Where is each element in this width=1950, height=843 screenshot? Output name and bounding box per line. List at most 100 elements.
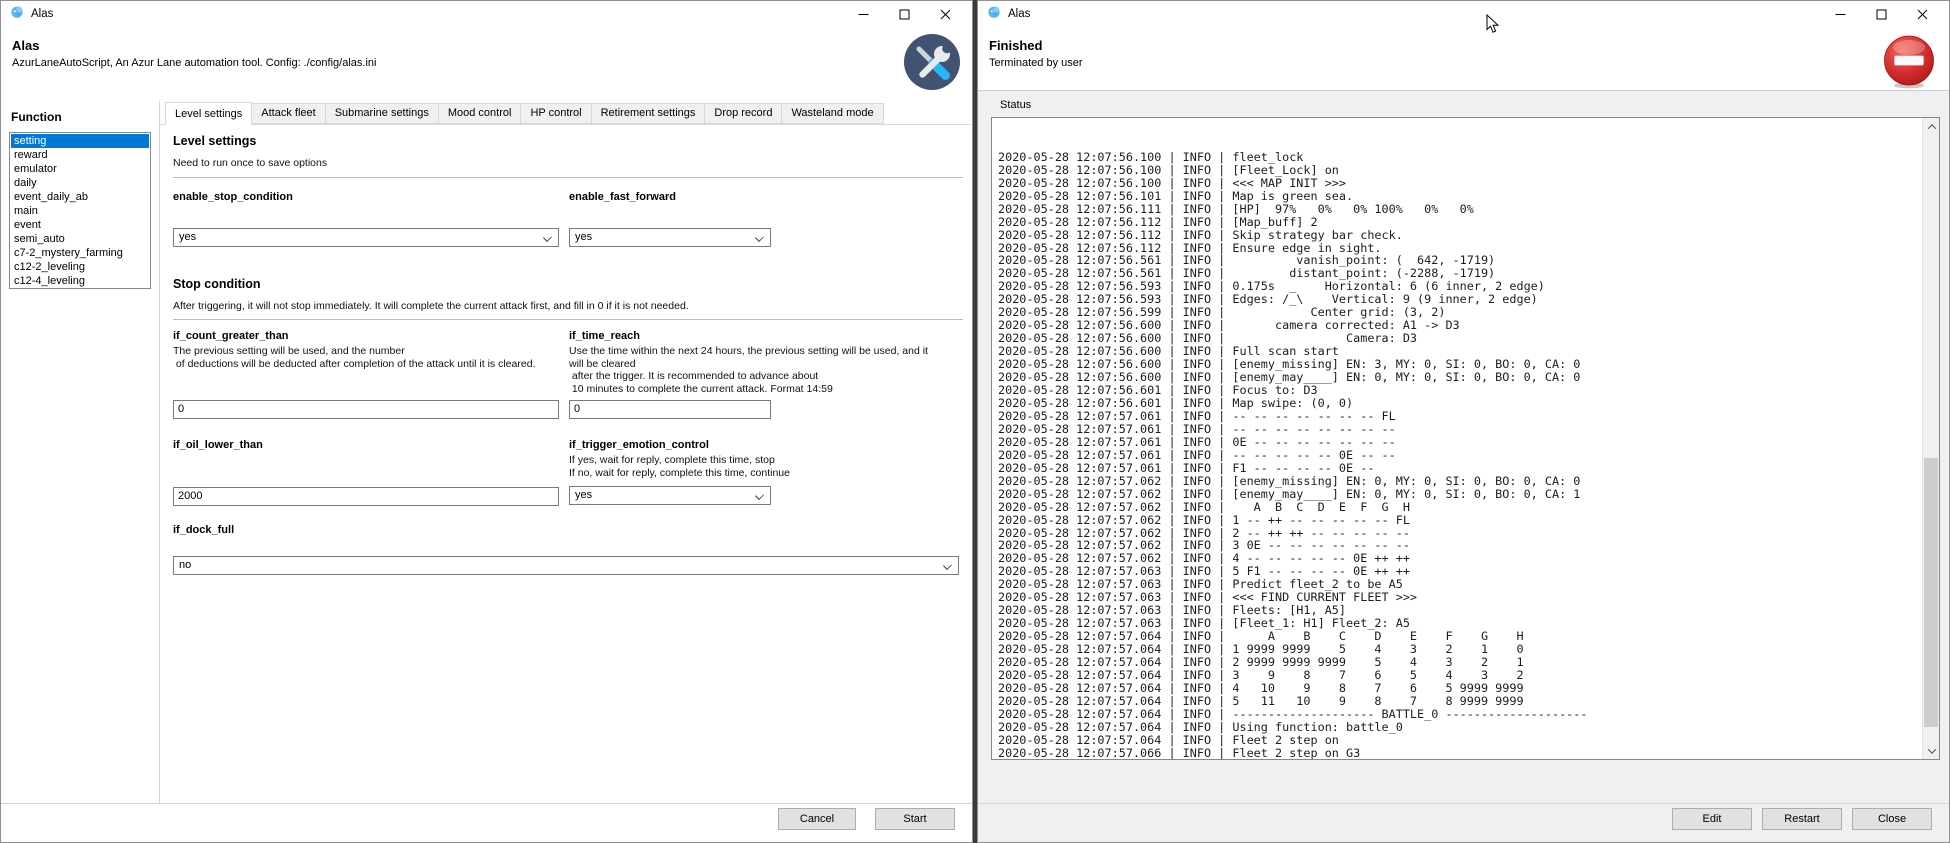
enable-fast-forward-select[interactable]: yes <box>569 228 771 247</box>
log-line: 2020-05-28 12:07:57.066 | INFO | Fleet_2… <box>998 747 1920 760</box>
function-list-item[interactable]: c12-2_leveling <box>11 260 149 274</box>
maximize-button[interactable] <box>884 1 925 27</box>
function-list-item[interactable]: c12-4_leveling <box>11 274 149 288</box>
function-list-item[interactable]: semi_auto <box>11 232 149 246</box>
field-label: if_oil_lower_than <box>173 439 573 451</box>
function-list-item[interactable]: emulator <box>11 162 149 176</box>
status-subtitle: Terminated by user <box>989 57 1083 69</box>
status-label: Status <box>1000 99 1031 111</box>
field-enable-stop-condition: enable_stop_condition yes <box>173 191 559 203</box>
log-line: 2020-05-28 12:07:57.064 | INFO | Using f… <box>998 721 1920 734</box>
field-enable-fast-forward: enable_fast_forward yes <box>569 191 959 203</box>
section-desc-level-settings: Need to run once to save options <box>173 157 327 169</box>
function-list-item[interactable]: daily <box>11 176 149 190</box>
if-time-reach-input-wrap <box>569 399 771 418</box>
tab[interactable]: Attack fleet <box>251 103 325 124</box>
field-desc: Use the time within the next 24 hours, t… <box>569 345 928 395</box>
function-list-item[interactable]: reward <box>11 148 149 162</box>
chevron-down-icon <box>543 233 552 242</box>
app-icon <box>10 5 24 24</box>
log-line: 2020-05-28 12:07:57.061 | INFO | -- -- -… <box>998 423 1920 436</box>
log-line: 2020-05-28 12:07:57.064 | INFO | -------… <box>998 708 1920 721</box>
log-line: 2020-05-28 12:07:56.111 | INFO | [HP] 97… <box>998 203 1920 216</box>
log-line: 2020-05-28 12:07:56.601 | INFO | Map swi… <box>998 397 1920 410</box>
section-desc-stop-condition: After triggering, it will not stop immed… <box>173 300 689 312</box>
start-button[interactable]: Start <box>875 808 955 830</box>
titlebar[interactable]: Alas <box>978 1 1949 27</box>
log-line: 2020-05-28 12:07:57.061 | INFO | -- -- -… <box>998 410 1920 423</box>
function-list: settingrewardemulatordailyevent_daily_ab… <box>9 132 151 289</box>
if-oil-lower-than-input[interactable] <box>173 487 559 506</box>
tab[interactable]: Wasteland mode <box>781 103 883 124</box>
restart-button[interactable]: Restart <box>1762 808 1842 830</box>
if-trigger-emotion-control-select[interactable]: yes <box>569 486 771 505</box>
chevron-down-icon <box>755 491 764 500</box>
log-line: 2020-05-28 12:07:57.062 | INFO | [enemy_… <box>998 488 1920 501</box>
status-title: Finished <box>989 38 1042 53</box>
scroll-down-icon[interactable] <box>1923 742 1940 759</box>
tools-badge-icon <box>904 34 960 90</box>
close-button[interactable] <box>1902 1 1943 27</box>
log-box: 2020-05-28 12:07:56.100 | INFO | fleet_l… <box>991 117 1940 760</box>
log-line: 2020-05-28 12:07:56.100 | INFO | [Fleet_… <box>998 164 1920 177</box>
tab[interactable]: Submarine settings <box>325 103 439 124</box>
if-count-greater-than-input-wrap <box>173 399 559 418</box>
log-line: 2020-05-28 12:07:57.064 | INFO | 4 10 9 … <box>998 682 1920 695</box>
field-label: enable_fast_forward <box>569 191 959 203</box>
log-line: 2020-05-28 12:07:57.061 | INFO | 0E -- -… <box>998 436 1920 449</box>
tab[interactable]: Level settings <box>165 102 252 125</box>
close-button[interactable] <box>925 1 966 27</box>
cancel-button[interactable]: Cancel <box>778 808 856 830</box>
edit-button[interactable]: Edit <box>1672 808 1752 830</box>
field-label: if_dock_full <box>173 524 959 536</box>
no-entry-icon <box>1881 34 1937 90</box>
window-controls <box>843 1 972 27</box>
log-line: 2020-05-28 12:07:57.062 | INFO | A B C D… <box>998 501 1920 514</box>
select-value: yes <box>575 231 592 243</box>
tab[interactable]: Drop record <box>704 103 782 124</box>
function-panel-label: Function <box>11 110 62 124</box>
log-line: 2020-05-28 12:07:56.112 | INFO | [Map_bu… <box>998 216 1920 229</box>
mouse-cursor-icon <box>1486 14 1499 39</box>
log-scrollbar[interactable] <box>1922 118 1939 759</box>
if-time-reach-input[interactable] <box>569 400 771 419</box>
if-dock-full-select[interactable]: no <box>173 556 959 575</box>
function-list-item[interactable]: c7-2_mystery_farming <box>11 246 149 260</box>
field-if-trigger-emotion-control: if_trigger_emotion_control If yes, wait … <box>569 439 959 451</box>
log-line: 2020-05-28 12:07:57.064 | INFO | Fleet 2… <box>998 734 1920 747</box>
log-line: 2020-05-28 12:07:56.101 | INFO | Map is … <box>998 190 1920 203</box>
section-divider <box>173 177 963 178</box>
minimize-button[interactable] <box>843 1 884 27</box>
function-list-item[interactable]: event_daily_ab <box>11 190 149 204</box>
tab[interactable]: Retirement settings <box>591 103 706 124</box>
field-if-time-reach: if_time_reach Use the time within the ne… <box>569 330 959 342</box>
window-title: Alas <box>31 8 53 20</box>
section-divider <box>173 319 963 320</box>
scroll-up-icon[interactable] <box>1923 118 1940 135</box>
field-desc: The previous setting will be used, and t… <box>173 345 535 370</box>
log-line: 2020-05-28 12:07:57.062 | INFO | 1 -- ++… <box>998 514 1920 527</box>
enable-stop-condition-select[interactable]: yes <box>173 228 559 247</box>
log-line: 2020-05-28 12:07:56.100 | INFO | fleet_l… <box>998 151 1920 164</box>
close-dialog-button[interactable]: Close <box>1852 808 1932 830</box>
function-list-item[interactable]: main <box>11 204 149 218</box>
titlebar[interactable]: Alas <box>1 1 972 27</box>
log-lines: 2020-05-28 12:07:56.100 | INFO | fleet_l… <box>998 117 1920 760</box>
section-heading-stop-condition: Stop condition <box>173 277 260 291</box>
tab[interactable]: HP control <box>520 103 591 124</box>
log-line: 2020-05-28 12:07:56.112 | INFO | Skip st… <box>998 229 1920 242</box>
select-value: yes <box>179 231 196 243</box>
if-oil-lower-than-input-wrap <box>173 486 559 505</box>
chevron-down-icon <box>943 561 952 570</box>
scrollbar-thumb[interactable] <box>1924 458 1938 727</box>
status-panel: Status 2020-05-28 12:07:56.100 | INFO | … <box>978 90 1949 842</box>
log-window: Alas Finished Terminated by user <box>977 0 1950 843</box>
maximize-button[interactable] <box>1861 1 1902 27</box>
function-list-item[interactable]: setting <box>11 134 149 148</box>
desktop: Alas Alas AzurLaneAutoScript, An Azur La… <box>0 0 1950 843</box>
tab[interactable]: Mood control <box>438 103 522 124</box>
minimize-button[interactable] <box>1820 1 1861 27</box>
field-label: enable_stop_condition <box>173 191 559 203</box>
function-list-item[interactable]: event <box>11 218 149 232</box>
if-count-greater-than-input[interactable] <box>173 400 559 419</box>
